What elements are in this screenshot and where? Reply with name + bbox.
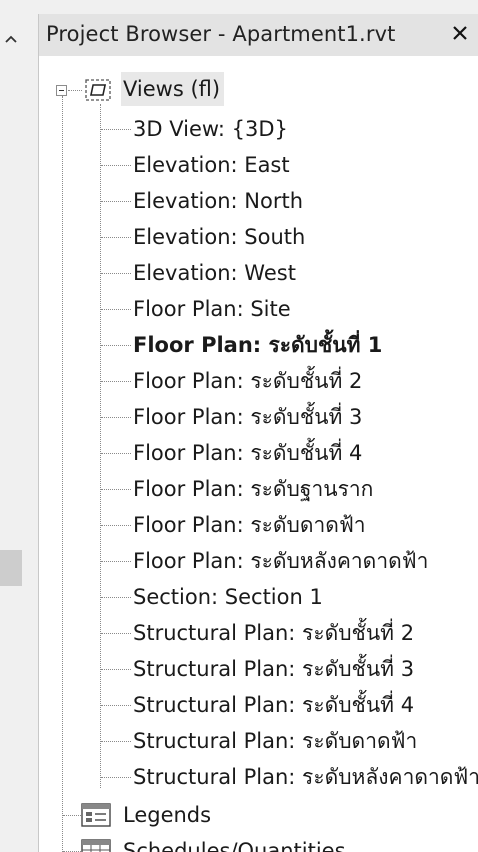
tree-category-label: Legends: [123, 803, 212, 827]
collapse-toggle-views[interactable]: [56, 85, 67, 96]
tree-view-item-label: Structural Plan: ระดับชั้นที่ 4: [133, 693, 415, 717]
tree-view-item[interactable]: Floor Plan: ระดับชั้นที่ 3: [133, 400, 362, 434]
tree-connector: [63, 815, 81, 816]
tree-view-item[interactable]: Structural Plan: ระดับหลังคาดาดฟ้า: [133, 760, 478, 794]
tree-connector: [101, 201, 131, 202]
tree-root-label: Views (fl): [123, 77, 221, 101]
scroll-track[interactable]: [0, 52, 22, 852]
tree-connector: [101, 741, 131, 742]
tree-connector: [101, 273, 131, 274]
tree-view-item[interactable]: Structural Plan: ระดับดาดฟ้า: [133, 724, 417, 758]
tree-connector: [101, 777, 131, 778]
project-browser-titlebar[interactable]: Project Browser - Apartment1.rvt: [39, 14, 478, 56]
tree-connector: [101, 237, 131, 238]
tree-view-item[interactable]: 3D View: {3D}: [133, 112, 288, 146]
tree-view-item-label: Section: Section 1: [133, 585, 323, 609]
legends-icon: [81, 803, 111, 827]
tree-view-item[interactable]: Floor Plan: ระดับดาดฟ้า: [133, 508, 366, 542]
close-button[interactable]: [449, 22, 471, 44]
tree-category-legends[interactable]: Legends: [123, 798, 211, 832]
tree-view-item-label: Floor Plan: Site: [133, 297, 291, 321]
tree-view-item[interactable]: Floor Plan: ระดับฐานราก: [133, 472, 373, 506]
tree-view-item[interactable]: Section: Section 1: [133, 580, 323, 614]
tree-view-item-label: Floor Plan: ระดับชั้นที่ 4: [133, 441, 363, 465]
tree-connector: [101, 165, 131, 166]
tree-view-item[interactable]: Elevation: West: [133, 256, 296, 290]
tree-category-schedules-quantities[interactable]: Schedules/Quantities: [123, 834, 346, 852]
tree-category-label: Schedules/Quantities: [123, 839, 346, 852]
schedules-icon: [81, 839, 111, 852]
tree-view-item-label: Structural Plan: ระดับหลังคาดาดฟ้า: [133, 765, 478, 789]
tree-view-item[interactable]: Floor Plan: Site: [133, 292, 291, 326]
tree-connector: [101, 525, 131, 526]
panel-title: Project Browser - Apartment1.rvt: [46, 22, 396, 46]
tree-view-item[interactable]: Floor Plan: ระดับชั้นที่ 4: [133, 436, 362, 470]
tree-view-item[interactable]: Floor Plan: ระดับชั้นที่ 1: [133, 328, 382, 362]
tree-connector: [101, 129, 131, 130]
tree-view-item-label: Floor Plan: ระดับหลังคาดาดฟ้า: [133, 549, 429, 573]
tree-view-item-label: Elevation: West: [133, 261, 296, 285]
tree-connector: [101, 309, 131, 310]
tree-view-item-label: 3D View: {3D}: [133, 117, 288, 141]
tree-view-item-label: Floor Plan: ระดับชั้นที่ 2: [133, 369, 363, 393]
tree-view-item-label: Elevation: South: [133, 225, 306, 249]
tree-view-item[interactable]: Elevation: North: [133, 184, 303, 218]
tree-view-item[interactable]: Structural Plan: ระดับชั้นที่ 2: [133, 616, 414, 650]
project-tree[interactable]: Views (fl) 3D View: {3D} Elevation: East E…: [39, 60, 478, 852]
tree-view-item[interactable]: Structural Plan: ระดับชั้นที่ 3: [133, 652, 414, 686]
tree-connector: [101, 381, 131, 382]
tree-view-item-label: Elevation: East: [133, 153, 290, 177]
tree-view-item[interactable]: Floor Plan: ระดับหลังคาดาดฟ้า: [133, 544, 428, 578]
tree-connector: [101, 669, 131, 670]
tree-connector: [101, 705, 131, 706]
tree-view-item-label: Structural Plan: ระดับชั้นที่ 3: [133, 657, 415, 681]
tree-view-item[interactable]: Floor Plan: ระดับชั้นที่ 2: [133, 364, 362, 398]
tree-view-item-label: Floor Plan: ระดับดาดฟ้า: [133, 513, 366, 537]
tree-view-item-label: Floor Plan: ระดับชั้นที่ 3: [133, 405, 363, 429]
tree-connector: [101, 345, 131, 346]
tree-view-item-label: Structural Plan: ระดับชั้นที่ 2: [133, 621, 415, 645]
views-icon: [85, 79, 111, 101]
adjacent-panel-scrollbar[interactable]: [0, 0, 24, 852]
tree-view-item-label: Structural Plan: ระดับดาดฟ้า: [133, 729, 418, 753]
tree-view-item-label: Elevation: North: [133, 189, 304, 213]
tree-connector: [101, 633, 131, 634]
scroll-thumb[interactable]: [0, 550, 22, 586]
tree-root-views[interactable]: Views (fl): [121, 72, 225, 106]
revit-window: Project Browser - Apartment1.rvt Views (…: [0, 0, 478, 852]
tree-connector: [101, 597, 131, 598]
tree-connector: [101, 489, 131, 490]
tree-connector: [101, 417, 131, 418]
tree-view-item-label: Floor Plan: ระดับฐานราก: [133, 477, 374, 501]
tree-connector: [101, 453, 131, 454]
tree-view-item[interactable]: Structural Plan: ระดับชั้นที่ 4: [133, 688, 414, 722]
scroll-up-button[interactable]: [0, 28, 22, 50]
tree-view-item[interactable]: Elevation: South: [133, 220, 305, 254]
tree-view-item[interactable]: Elevation: East: [133, 148, 290, 182]
chevron-up-icon: [5, 35, 17, 43]
tree-connector: [101, 561, 131, 562]
tree-view-item-label: Floor Plan: ระดับชั้นที่ 1: [133, 333, 383, 357]
project-browser-panel: Project Browser - Apartment1.rvt Views (…: [38, 14, 478, 852]
close-icon: [453, 26, 467, 40]
